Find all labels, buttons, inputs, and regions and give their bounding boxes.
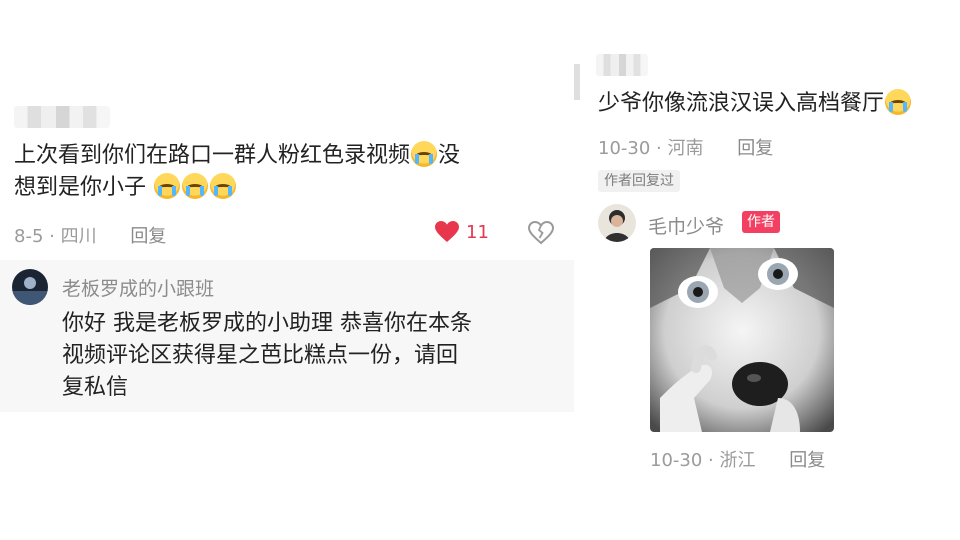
dislike-icon[interactable] [528, 221, 554, 245]
avatar-image [598, 204, 636, 242]
comment-meta: 10-30 · 河南 回复 [598, 138, 774, 159]
author-badge: 作者 [742, 211, 780, 233]
author-reply-meta: 10-30 · 浙江 回复 [650, 450, 826, 471]
husky-sticker[interactable] [650, 248, 834, 432]
crying-face-icon [411, 141, 438, 167]
comment-line-1-tail: 没 [438, 143, 461, 168]
author-replied-tag: 作者回复过 [598, 170, 680, 192]
crying-face-icon [182, 173, 209, 199]
edge-mark [574, 64, 580, 100]
crying-face-icon [885, 89, 912, 115]
crying-face-icon [154, 173, 181, 199]
comment-text: 少爷你像流浪汉误入高档餐厅 [598, 88, 958, 120]
reply-button[interactable]: 回复 [737, 138, 773, 159]
comment-meta: 8-5 · 四川 回复 [14, 226, 167, 247]
comment-line-2: 想到是你小子 [14, 175, 147, 200]
comment-location: 四川 [60, 226, 97, 247]
comment-text: 上次看到你们在路口一群人粉红色录视频 没 想到是你小子 [14, 140, 574, 204]
like-count: 11 [466, 221, 489, 243]
author-username[interactable]: 毛巾少爷 [648, 212, 724, 239]
author-reply-location: 浙江 [719, 450, 756, 471]
avatar-image [12, 269, 48, 305]
heart-icon [435, 221, 459, 242]
avatar[interactable] [12, 269, 48, 305]
author-reply-date: 10-30 [650, 450, 703, 471]
reply-username[interactable]: 老板罗成的小跟班 [62, 274, 214, 301]
reply-button[interactable]: 回复 [130, 226, 166, 247]
comment-line-1: 上次看到你们在路口一群人粉红色录视频 [14, 143, 411, 168]
reply-thread: 老板罗成的小跟班 你好 我是老板罗成的小助理 恭喜你在本条 视频评论区获得星之芭… [0, 260, 574, 412]
left-comment-panel: 上次看到你们在路口一群人粉红色录视频 没 想到是你小子 8-5 · 四川 回复 1… [0, 0, 580, 540]
right-comment-panel: 少爷你像流浪汉误入高档餐厅 10-30 · 河南 回复 作者回复过 毛巾少爷 作… [574, 0, 960, 540]
reply-line-1: 你好 我是老板罗成的小助理 恭喜你在本条 [62, 311, 472, 336]
comment-location: 河南 [667, 138, 704, 159]
crying-face-icon [210, 173, 237, 199]
comment-date: 10-30 [598, 138, 651, 159]
reply-line-3: 复私信 [62, 375, 129, 400]
reply-button[interactable]: 回复 [789, 450, 825, 471]
blurred-username [14, 106, 110, 128]
blurred-username [596, 54, 648, 76]
reply-text: 你好 我是老板罗成的小助理 恭喜你在本条 视频评论区获得星之芭比糕点一份，请回 … [62, 308, 562, 404]
comment-date: 8-5 [14, 226, 44, 247]
comment-line: 少爷你像流浪汉误入高档餐厅 [598, 91, 885, 116]
avatar[interactable] [598, 204, 636, 242]
like-button[interactable]: 11 [434, 220, 489, 244]
reply-line-2: 视频评论区获得星之芭比糕点一份，请回 [62, 343, 459, 368]
husky-image [650, 248, 834, 432]
